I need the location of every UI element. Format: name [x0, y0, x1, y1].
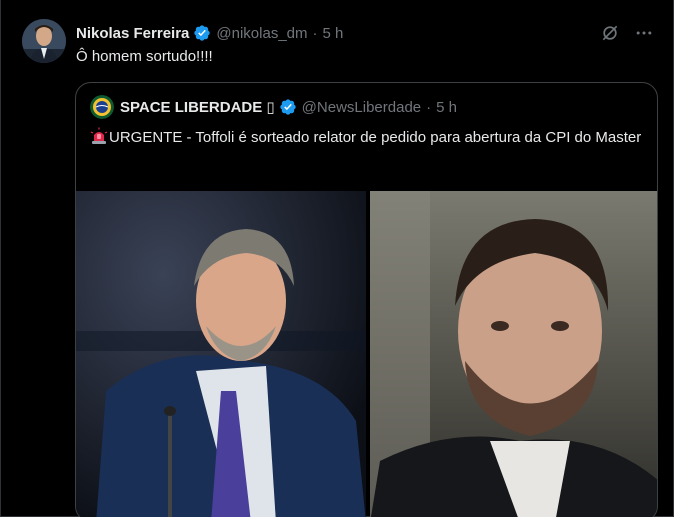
media-photo-right[interactable] [369, 191, 657, 517]
timestamp[interactable]: 5 h [323, 25, 344, 42]
quoted-separator-dot: · [426, 98, 432, 116]
quoted-tweet-text: URGENTE - Toffoli é sorteado relator de … [90, 127, 650, 149]
verified-badge-icon[interactable] [193, 24, 211, 42]
quoted-timestamp[interactable]: 5 h [436, 99, 457, 116]
quoted-author-handle[interactable]: @NewsLiberdade [302, 99, 421, 116]
author-name[interactable]: Nikolas Ferreira [76, 25, 189, 42]
author-handle[interactable]: @nikolas_dm [216, 25, 307, 42]
tweet-header: Nikolas Ferreira @nikolas_dm · 5 h [76, 22, 343, 44]
quoted-verified-badge-icon[interactable] [279, 98, 297, 116]
separator-dot: · [312, 24, 318, 42]
tweet-actions-top [599, 22, 655, 44]
quoted-tweet-body: URGENTE - Toffoli é sorteado relator de … [109, 129, 642, 146]
tweet-text: Ô homem sortudo!!!! [76, 48, 213, 65]
quoted-author-avatar[interactable] [90, 95, 114, 119]
media-photo-left[interactable] [76, 191, 366, 517]
more-options-icon[interactable] [633, 22, 655, 44]
author-avatar[interactable] [22, 19, 66, 63]
quoted-author-name[interactable]: SPACE LIBERDADE ▯ [120, 98, 275, 116]
police-light-icon [90, 127, 108, 145]
quoted-media-grid [76, 191, 657, 517]
grok-icon[interactable] [599, 22, 621, 44]
tweet-container[interactable]: Nikolas Ferreira @nikolas_dm · 5 h Ô hom… [0, 0, 674, 517]
quoted-tweet-header: SPACE LIBERDADE ▯ @NewsLiberdade · 5 h [90, 95, 457, 119]
quoted-tweet[interactable]: SPACE LIBERDADE ▯ @NewsLiberdade · 5 h U… [75, 82, 658, 517]
